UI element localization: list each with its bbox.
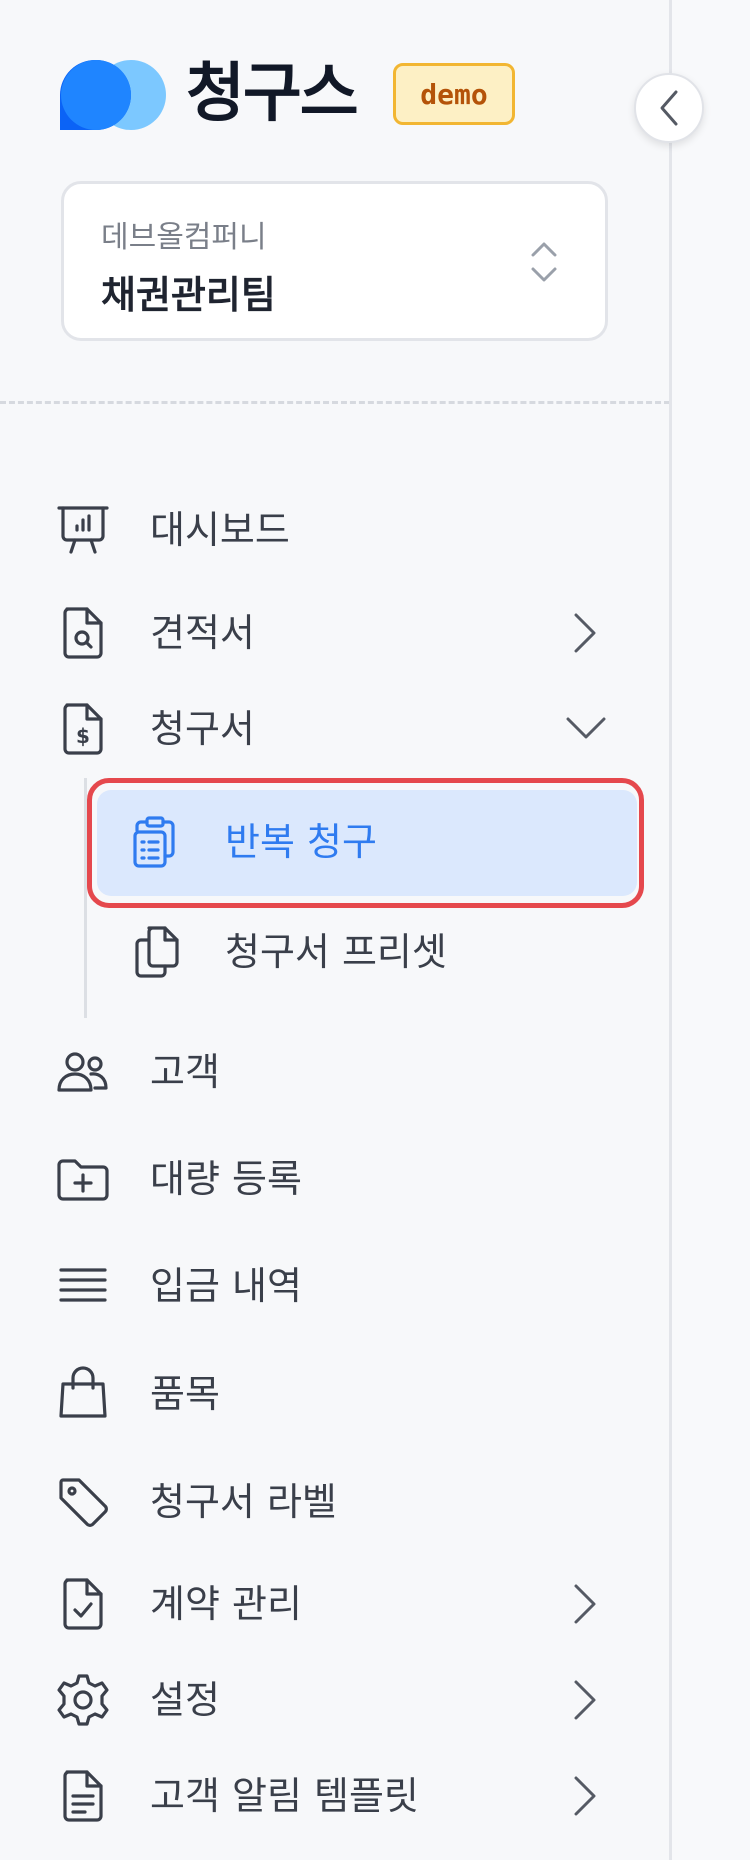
nav-item-invoice-labels[interactable]: 청구서 라벨 — [0, 1456, 670, 1546]
nav-item-dashboard[interactable]: 대시보드 — [0, 484, 670, 574]
sidebar: 청구스 demo 데브올컴퍼니 채권관리팀 대시보드 견적서 $ 청구서 반복 … — [0, 0, 670, 1860]
org-company-name: 데브올컴퍼니 — [101, 220, 267, 255]
nav-label-presets: 청구서 프리셋 — [225, 930, 447, 974]
nav-item-contracts[interactable]: 계약 관리 — [0, 1558, 670, 1648]
collapse-sidebar-button[interactable] — [634, 73, 704, 143]
bars-list-icon — [59, 1268, 107, 1302]
nav-label-settings: 설정 — [150, 1678, 220, 1722]
org-switcher[interactable]: 데브올컴퍼니 채권관리팀 — [61, 181, 608, 341]
svg-text:$: $ — [76, 724, 90, 748]
nav-label-contracts: 계약 관리 — [150, 1582, 302, 1626]
tag-icon — [59, 1478, 108, 1527]
presentation-chart-icon — [57, 506, 109, 554]
chevron-right-icon — [574, 1776, 596, 1816]
users-icon — [57, 1052, 108, 1092]
folder-plus-icon — [57, 1159, 109, 1201]
gear-icon — [57, 1674, 109, 1726]
nav-item-products[interactable]: 품목 — [0, 1348, 670, 1438]
nav-item-customers[interactable]: 고객 — [0, 1026, 670, 1116]
chevron-down-icon — [566, 717, 606, 739]
nav-label-customers: 고객 — [150, 1050, 220, 1094]
chevron-left-icon — [660, 90, 678, 126]
chevron-right-icon — [574, 613, 596, 653]
nav-label-invoice-labels: 청구서 라벨 — [150, 1480, 337, 1524]
nav-label-dashboard: 대시보드 — [150, 508, 290, 552]
selection-highlight — [87, 778, 644, 908]
nav-label-deposits: 입금 내역 — [150, 1264, 302, 1308]
divider — [0, 401, 670, 404]
brand-name: 청구스 — [186, 57, 359, 131]
nav-item-settings[interactable]: 설정 — [0, 1654, 670, 1744]
document-check-icon — [63, 1578, 103, 1630]
nav-label-bulk-upload: 대량 등록 — [150, 1157, 302, 1201]
nav-label-quotes: 견적서 — [150, 611, 255, 655]
chevron-right-icon — [574, 1680, 596, 1720]
document-text-icon — [63, 1770, 103, 1822]
chevron-up-down-icon — [531, 242, 557, 282]
nav-item-bulk-upload[interactable]: 대량 등록 — [0, 1133, 670, 1223]
documents-copy-icon — [135, 926, 179, 978]
shopping-bag-icon — [59, 1366, 107, 1418]
document-search-icon — [63, 607, 103, 659]
main-content-area — [672, 0, 750, 1860]
nav-item-invoices[interactable]: $ 청구서 — [0, 683, 670, 773]
nav-label-notification-templates: 고객 알림 템플릿 — [150, 1774, 419, 1818]
brand-logo-icon — [60, 59, 166, 130]
nav-item-quotes[interactable]: 견적서 — [0, 587, 670, 677]
nav-item-deposits[interactable]: 입금 내역 — [0, 1240, 670, 1330]
nav-label-invoices: 청구서 — [150, 707, 255, 751]
org-team-name: 채권관리팀 — [101, 273, 276, 317]
nav-item-presets[interactable]: 청구서 프리셋 — [97, 900, 637, 1006]
document-dollar-icon: $ — [63, 703, 103, 755]
nav-label-products: 품목 — [150, 1372, 220, 1416]
nav-item-notification-templates[interactable]: 고객 알림 템플릿 — [0, 1750, 670, 1840]
chevron-right-icon — [574, 1584, 596, 1624]
demo-badge: demo — [393, 63, 515, 125]
